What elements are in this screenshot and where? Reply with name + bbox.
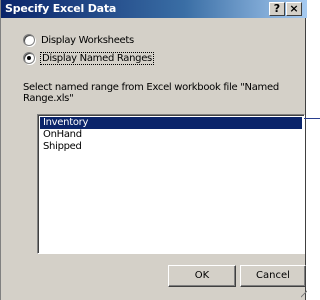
title-bar[interactable]: Specify Excel Data ? × bbox=[1, 0, 307, 18]
list-item-shipped[interactable]: Shipped bbox=[40, 141, 302, 153]
list-item-inventory[interactable]: Inventory bbox=[40, 117, 302, 129]
display-named-ranges-label: Display Named Ranges bbox=[40, 51, 154, 65]
callout-line bbox=[304, 118, 320, 119]
display-worksheets-label: Display Worksheets bbox=[41, 34, 134, 46]
display-worksheets-radio[interactable] bbox=[23, 34, 35, 46]
ok-button[interactable]: OK bbox=[168, 265, 236, 287]
list-item-onhand[interactable]: OnHand bbox=[40, 129, 302, 141]
close-button[interactable]: × bbox=[286, 2, 302, 16]
instructions-text: Select named range from Excel workbook f… bbox=[23, 82, 279, 104]
dialog-title: Specify Excel Data bbox=[5, 2, 117, 15]
display-named-ranges-option[interactable]: Display Named Ranges bbox=[23, 51, 154, 65]
display-named-ranges-radio[interactable] bbox=[23, 52, 35, 64]
help-button[interactable]: ? bbox=[269, 2, 285, 16]
resize-grip[interactable] bbox=[301, 290, 307, 298]
specify-excel-data-dialog: Specify Excel Data ? × Display Worksheet… bbox=[0, 0, 307, 300]
display-worksheets-option[interactable]: Display Worksheets bbox=[23, 33, 134, 47]
cancel-button[interactable]: Cancel bbox=[240, 265, 306, 287]
named-range-listbox[interactable]: Inventory OnHand Shipped bbox=[37, 114, 305, 254]
